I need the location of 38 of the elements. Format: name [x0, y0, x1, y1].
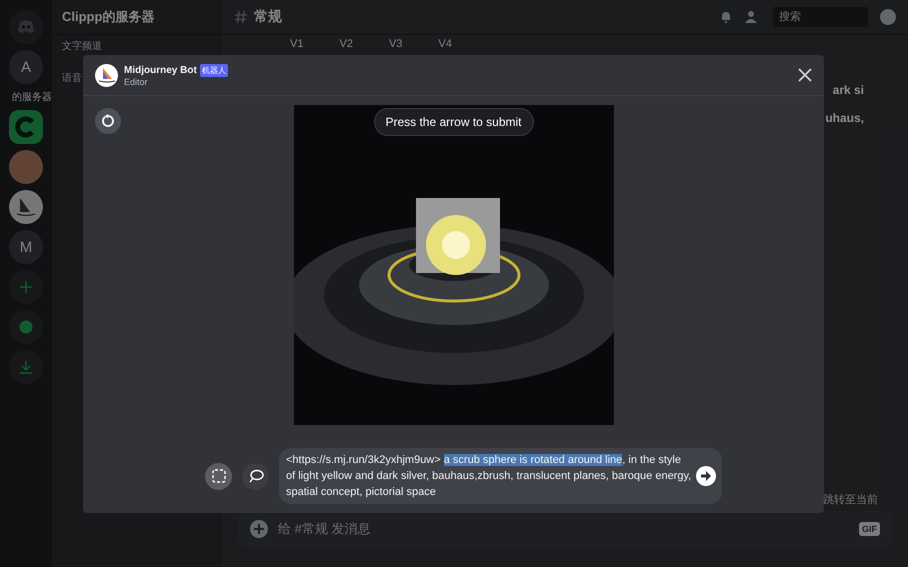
gif-button[interactable]: GIF — [859, 522, 880, 536]
rectangle-select-button[interactable] — [205, 462, 232, 490]
lasso-icon — [248, 469, 264, 483]
reset-icon — [101, 114, 115, 128]
version-button[interactable]: V1 — [290, 38, 304, 50]
message-text: uhaus, — [825, 111, 864, 125]
plus-icon[interactable] — [250, 520, 268, 538]
version-button[interactable]: V3 — [388, 38, 402, 50]
reset-button[interactable] — [95, 108, 121, 134]
bot-name: Midjourney Bot — [124, 64, 197, 76]
sailboat-icon[interactable] — [9, 190, 43, 224]
submit-hint-pill: Press the arrow to submit — [373, 108, 534, 136]
add-server-icon[interactable] — [9, 270, 43, 304]
server-name-label: 的服务器 — [11, 91, 52, 104]
bot-avatar-icon — [95, 64, 118, 86]
dashed-square-icon — [212, 469, 226, 483]
arrow-icon — [700, 470, 712, 482]
photo-placeholder[interactable] — [9, 150, 43, 184]
bell-icon[interactable] — [719, 10, 733, 24]
submit-arrow-button[interactable] — [696, 466, 716, 486]
bot-badge: 机器人 — [200, 64, 228, 76]
server-icon[interactable]: M — [9, 230, 43, 264]
download-icon[interactable] — [9, 350, 43, 384]
version-button[interactable]: V2 — [339, 38, 353, 50]
jump-to-present-link[interactable]: 跳转至当前 — [823, 492, 878, 507]
lasso-button[interactable] — [242, 462, 269, 490]
version-button[interactable]: V4 — [438, 38, 452, 50]
editor-subtitle: Editor — [124, 76, 149, 86]
close-icon[interactable] — [798, 68, 812, 82]
channel-title: 常规 — [254, 8, 282, 26]
search-field[interactable]: 搜索 — [773, 7, 868, 27]
server-icon[interactable]: A — [9, 50, 43, 84]
message-text: ark si — [832, 83, 864, 97]
hash-icon — [234, 10, 248, 24]
prompt-input[interactable]: <https://s.mj.run/3k2yxhjm9uw> a scrub sphere is rotated around line, in the style of light yellow and dark silver, bauhaus,zbrush, translucent planes, baroque energy, spatial concept, pictorial space — [279, 448, 722, 504]
server-name[interactable]: Clippp的服务器 — [62, 8, 154, 26]
message-input[interactable]: 给 #常规 发消息 GIF — [238, 511, 892, 547]
server-icon[interactable] — [9, 110, 43, 144]
